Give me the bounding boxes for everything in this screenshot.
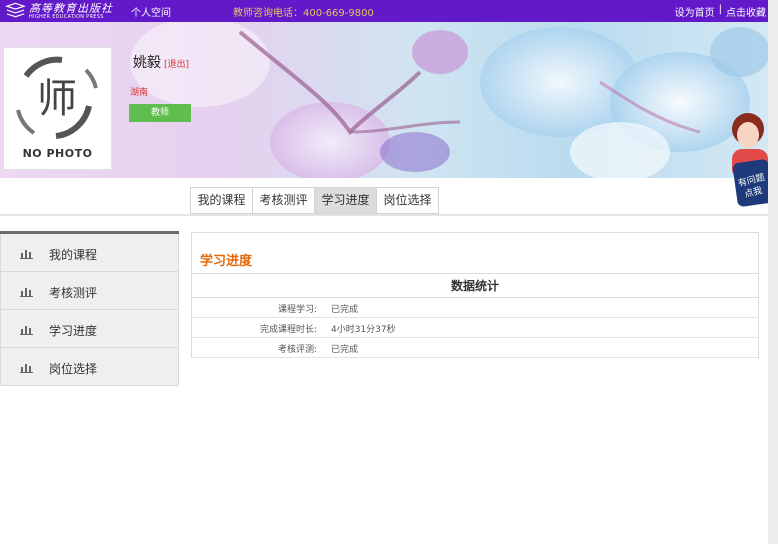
bookmark-link[interactable]: 点击收藏 [726, 4, 766, 19]
role-badge: 教师 [129, 104, 191, 122]
set-homepage-link[interactable]: 设为首页 [675, 4, 715, 19]
page-scrollbar[interactable] [768, 0, 778, 544]
stat-label: 考核评测: [277, 345, 317, 355]
book-stack-icon [5, 2, 26, 18]
sidebar: 我的课程 考核测评 学习进度 岗位选择 [0, 231, 179, 386]
stat-value: 已完成 [331, 305, 359, 315]
profile-tabs: 我的课程 考核测评 学习进度 岗位选择 [190, 187, 439, 214]
tab-learning-progress[interactable]: 学习进度 [314, 187, 377, 214]
tab-position-select[interactable]: 岗位选择 [376, 187, 439, 214]
sidebar-item-my-courses[interactable]: 我的课程 [0, 234, 179, 272]
orchid-banner-image [130, 22, 768, 178]
page: 高等教育出版社 HIGHER EDUCATION PRESS 个人空间 教师咨询… [0, 0, 778, 544]
tab-my-courses[interactable]: 我的课程 [190, 187, 253, 214]
stat-label: 课程学习: [277, 305, 317, 315]
sidebar-item-assessment[interactable]: 考核测评 [0, 272, 179, 310]
help-assistant-icon[interactable]: 有问题 点我 [726, 111, 770, 209]
sidebar-item-label: 考核测评 [49, 286, 98, 300]
stat-value: 已完成 [331, 345, 359, 355]
link-separator: | [718, 4, 722, 15]
panel-title: 学习进度 [200, 254, 253, 269]
user-name: 姚毅 [133, 55, 161, 71]
teacher-hotline: 教师咨询电话：400-669-9800 [233, 8, 374, 19]
stat-value: 4小时31分37秒 [331, 325, 396, 335]
user-region: 湖南 [130, 88, 149, 98]
bar-chart-icon [20, 364, 33, 373]
sidebar-item-learning-progress[interactable]: 学习进度 [0, 310, 179, 348]
sidebar-item-label: 岗位选择 [49, 362, 98, 376]
learning-progress-panel: 学习进度 数据统计 课程学习: 已完成 完成课程时长: 4小时31分37秒 考核… [191, 232, 759, 358]
personal-space-link[interactable]: 个人空间 [131, 4, 171, 19]
sidebar-item-label: 学习进度 [49, 324, 98, 338]
tab-divider [0, 214, 768, 216]
top-bar: 高等教育出版社 HIGHER EDUCATION PRESS 个人空间 教师咨询… [0, 0, 768, 22]
bar-chart-icon [20, 326, 33, 335]
stats-header: 数据统计 [192, 273, 758, 298]
profile-banner [0, 22, 768, 178]
logout-link[interactable]: [退出] [164, 57, 189, 70]
stat-row-course-study: 课程学习: 已完成 [192, 298, 758, 318]
top-links: 设为首页 | 点击收藏 [675, 4, 766, 19]
stat-row-course-duration: 完成课程时长: 4小时31分37秒 [192, 318, 758, 338]
sidebar-item-label: 我的课程 [49, 248, 98, 262]
publisher-logo[interactable]: 高等教育出版社 HIGHER EDUCATION PRESS [5, 1, 113, 21]
bar-chart-icon [20, 288, 33, 297]
teacher-placeholder-icon: 师 [16, 56, 98, 139]
avatar-glyph: 师 [37, 76, 77, 122]
no-photo-label: NO PHOTO [22, 147, 93, 160]
logo-en-text: HIGHER EDUCATION PRESS [29, 13, 104, 20]
bar-chart-icon [20, 250, 33, 259]
tab-assessment[interactable]: 考核测评 [252, 187, 315, 214]
sidebar-item-position-select[interactable]: 岗位选择 [0, 348, 179, 386]
avatar[interactable]: 师 NO PHOTO [3, 47, 112, 170]
stat-row-assessment: 考核评测: 已完成 [192, 338, 758, 358]
logo-cn-text: 高等教育出版社 [29, 1, 113, 15]
stat-label: 完成课程时长: [259, 325, 317, 335]
